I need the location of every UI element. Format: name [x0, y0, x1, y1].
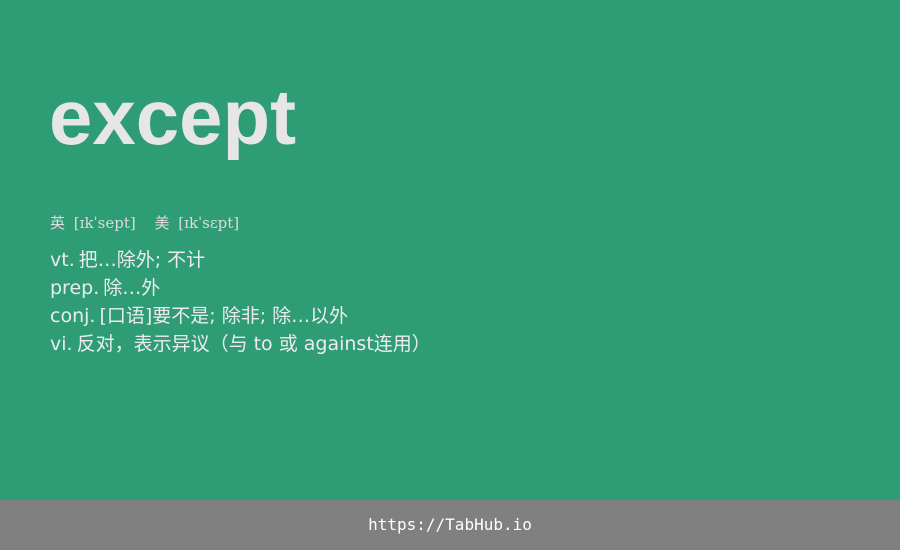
definition-item: vi. 反对，表示异议（与 to 或 against连用）: [50, 330, 431, 358]
definition-list: vt. 把…除外; 不计 prep. 除…外 conj. [口语]要不是; 除非; 除…: [50, 246, 431, 358]
definition-item: vt. 把…除外; 不计: [50, 246, 431, 274]
tabhub-link[interactable]: https://TabHub.io: [368, 514, 532, 536]
definition-text: 除…外: [103, 277, 161, 299]
phonetic-uk: 英 [ɪkˈsept]: [50, 212, 136, 234]
definition-item: prep. 除…外: [50, 274, 431, 302]
part-of-speech: vt.: [50, 249, 75, 271]
definition-text: 把…除外; 不计: [78, 249, 206, 271]
phonetics: 英 [ɪkˈsept] 美 [ɪkˈsɛpt]: [50, 212, 239, 234]
part-of-speech: vi.: [50, 333, 73, 355]
part-of-speech: conj.: [50, 305, 96, 327]
footer-bar: https://TabHub.io: [0, 500, 900, 550]
word-card: except 英 [ɪkˈsept] 美 [ɪkˈsɛpt] vt. 把…除外; …: [0, 0, 900, 500]
part-of-speech: prep.: [50, 277, 100, 299]
definition-item: conj. [口语]要不是; 除非; 除…以外: [50, 302, 431, 330]
definition-text: 反对，表示异议（与 to 或 against连用）: [76, 333, 431, 355]
phonetic-uk-label: 英: [50, 214, 66, 232]
phonetic-us-ipa: [ɪkˈsɛpt]: [178, 214, 240, 232]
phonetic-us-label: 美: [154, 214, 170, 232]
headword: except: [49, 73, 297, 161]
definition-text: [口语]要不是; 除非; 除…以外: [99, 305, 349, 327]
phonetic-uk-ipa: [ɪkˈsept]: [73, 214, 136, 232]
phonetic-us: 美 [ɪkˈsɛpt]: [155, 212, 240, 234]
